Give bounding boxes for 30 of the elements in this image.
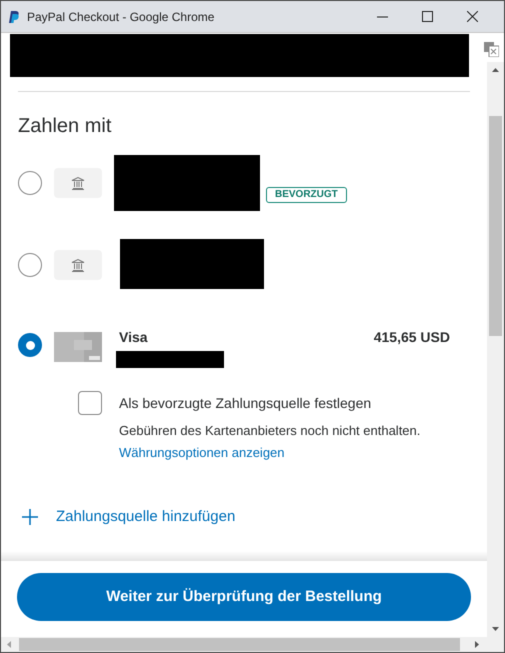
window-title: PayPal Checkout - Google Chrome	[27, 8, 214, 26]
radio-button[interactable]	[18, 253, 42, 277]
paypal-logo-icon	[9, 10, 19, 22]
scroll-down-icon[interactable]	[492, 627, 499, 631]
fee-note: Gebühren des Kartenanbieters noch nicht enthalten.	[119, 423, 422, 439]
plus-icon[interactable]	[22, 509, 38, 525]
bank-icon	[71, 258, 85, 272]
minimize-icon[interactable]	[377, 16, 388, 18]
preferred-badge: BEVORZUGT	[266, 187, 347, 203]
card-name: Visa	[119, 329, 149, 345]
close-icon[interactable]	[467, 11, 478, 22]
radio-button[interactable]	[18, 333, 42, 357]
radio-button[interactable]	[18, 171, 42, 195]
vertical-scrollbar[interactable]	[487, 62, 504, 637]
maximize-icon[interactable]	[422, 11, 433, 22]
translate-icon[interactable]	[484, 42, 499, 56]
add-payment-source-link[interactable]: Zahlungsquelle hinzufügen	[56, 506, 236, 528]
scroll-left-icon[interactable]	[7, 641, 11, 648]
bank-icon	[71, 176, 85, 190]
horizontal-scrollbar[interactable]	[1, 637, 504, 652]
scroll-right-icon[interactable]	[475, 641, 479, 648]
currency-options-link[interactable]: Währungsoptionen anzeigen	[119, 445, 285, 461]
checkbox[interactable]	[78, 391, 102, 415]
scroll-up-icon[interactable]	[492, 68, 499, 72]
checkbox-label[interactable]: Als bevorzugte Zahlungsquelle festlegen	[119, 392, 372, 414]
continue-button[interactable]: Weiter zur Überprüfung der Bestellung	[17, 573, 471, 621]
section-title: Zahlen mit	[18, 114, 112, 138]
scrollbar-thumb[interactable]	[19, 638, 460, 651]
scrollbar-thumb[interactable]	[489, 116, 502, 336]
amount: 415,65 USD	[374, 329, 450, 345]
